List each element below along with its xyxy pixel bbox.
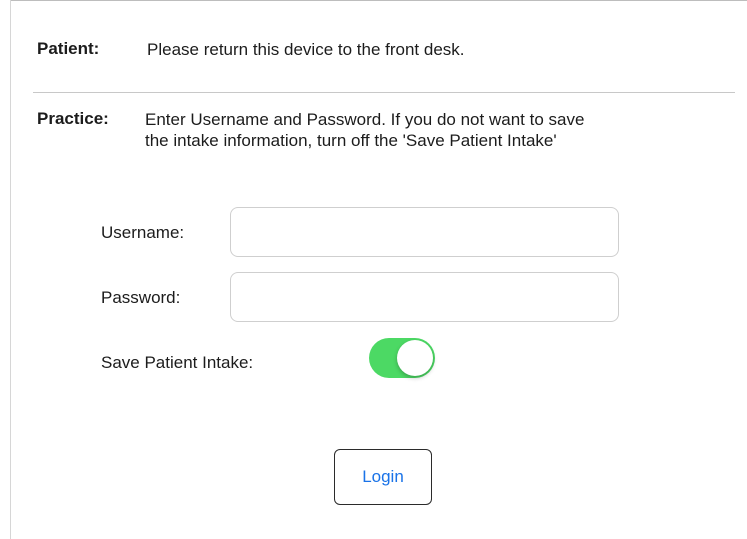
left-border xyxy=(10,0,11,539)
password-label: Password: xyxy=(101,288,181,307)
password-input[interactable] xyxy=(230,272,619,322)
save-patient-intake-toggle[interactable] xyxy=(369,338,435,378)
patient-instruction: Please return this device to the front d… xyxy=(147,40,465,59)
login-screen: Patient: Please return this device to th… xyxy=(0,0,747,539)
username-label: Username: xyxy=(101,223,185,242)
practice-label: Practice: xyxy=(37,109,109,128)
section-divider xyxy=(33,92,735,93)
practice-instruction-line-2: the intake information, turn off the 'Sa… xyxy=(145,131,557,150)
toggle-knob xyxy=(397,340,433,376)
practice-instruction-line-1: Enter Username and Password. If you do n… xyxy=(145,110,585,129)
patient-label: Patient: xyxy=(37,39,100,58)
save-patient-intake-label: Save Patient Intake: xyxy=(101,353,254,372)
practice-instruction: Enter Username and Password. If you do n… xyxy=(145,109,740,151)
top-border xyxy=(10,0,747,1)
login-button[interactable]: Login xyxy=(334,449,432,505)
username-input[interactable] xyxy=(230,207,619,257)
